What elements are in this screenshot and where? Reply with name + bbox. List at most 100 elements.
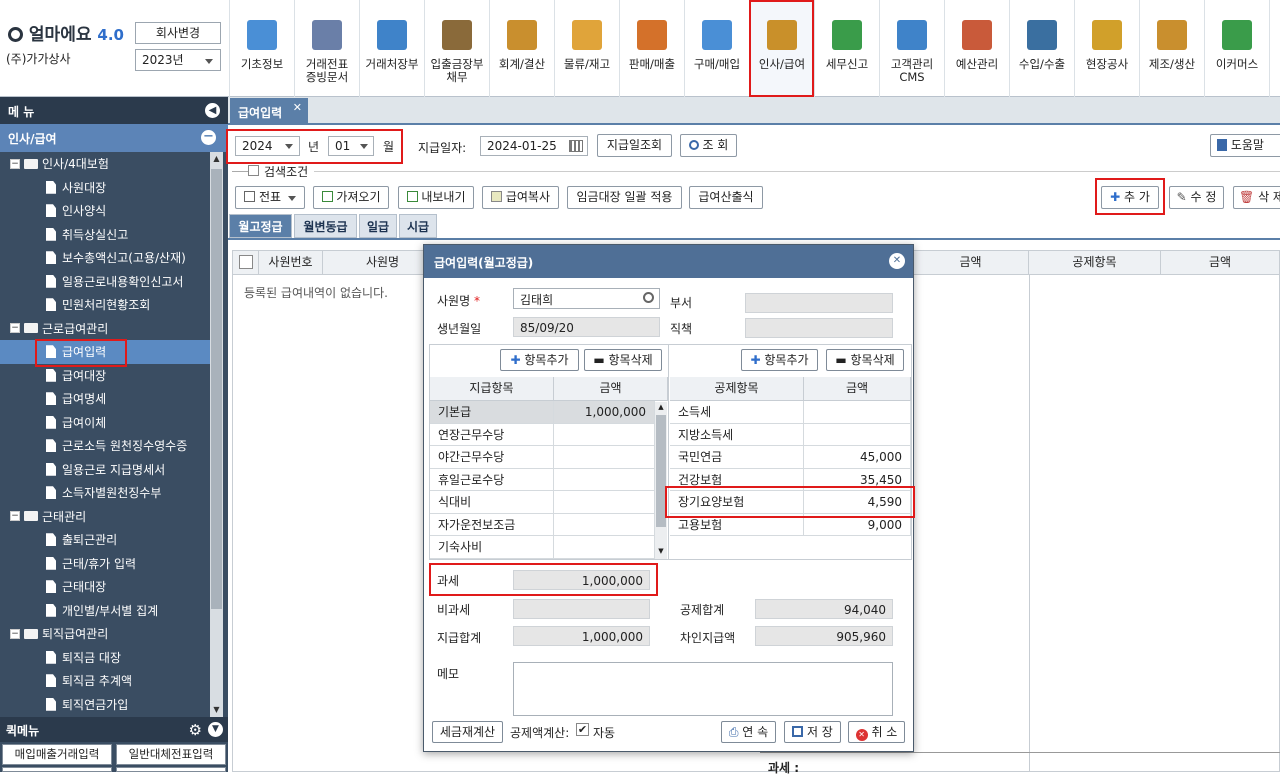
collapse-toggle-icon[interactable]: − <box>10 628 20 639</box>
table-row[interactable]: 야간근무수당 <box>430 446 655 469</box>
sidebar-item[interactable]: 출퇴근관리 <box>0 528 210 552</box>
year-select[interactable]: 2023년 <box>135 49 221 71</box>
sidebar-item[interactable]: 퇴직금 대장 <box>0 646 210 670</box>
quick-menu-item[interactable]: 일반대체전표입력 <box>116 744 226 765</box>
menu-item-16[interactable]: 부 <box>1269 0 1280 97</box>
save-button[interactable]: 저 장 <box>784 721 841 743</box>
sidebar-item[interactable]: 사원대장 <box>0 176 210 200</box>
item-amount-cell[interactable] <box>554 536 655 559</box>
menu-item-8[interactable]: 인사/급여 <box>749 0 814 97</box>
quick-menu-item-partial[interactable] <box>116 767 226 772</box>
close-icon[interactable]: ✕ <box>293 101 302 114</box>
sidebar-item[interactable]: 민원처리현황조회 <box>0 293 210 317</box>
menu-item-15[interactable]: 이커머스 <box>1204 0 1269 97</box>
subtab-hourly[interactable]: 시급 <box>399 214 437 238</box>
sidebar-item[interactable]: 인사양식 <box>0 199 210 223</box>
help-button[interactable]: 도움말 <box>1210 134 1280 157</box>
table-row[interactable]: 기숙사비 <box>430 536 655 559</box>
sidebar-scroll-thumb[interactable] <box>211 169 222 609</box>
collapse-toggle-icon[interactable]: − <box>10 511 20 522</box>
menu-item-3[interactable]: 입출금장부 채무 <box>424 0 489 97</box>
menu-item-2[interactable]: 거래처장부 <box>359 0 424 97</box>
apply-wage-ledger-button[interactable]: 임금대장 일괄 적용 <box>567 186 682 209</box>
item-amount-cell[interactable] <box>554 446 655 469</box>
menu-item-11[interactable]: 예산관리 <box>944 0 1009 97</box>
item-amount-cell[interactable]: 1,000,000 <box>554 401 655 424</box>
gear-icon[interactable]: ⚙ <box>189 721 202 739</box>
del-pay-item-button[interactable]: ▬ 항목삭제 <box>584 349 662 371</box>
item-amount-cell[interactable] <box>554 468 655 491</box>
grid-header[interactable]: 금액 <box>1161 251 1280 275</box>
month-dropdown[interactable]: 01 <box>328 136 374 156</box>
item-name-cell[interactable]: 기숙사비 <box>430 536 554 559</box>
item-name-cell[interactable]: 국민연금 <box>670 446 804 469</box>
collapse-toggle-icon[interactable]: − <box>10 158 20 169</box>
sidebar-item[interactable]: 퇴직금 추계액 <box>0 669 210 693</box>
item-name-cell[interactable]: 자가운전보조금 <box>430 513 554 536</box>
pay-date-input[interactable]: 2024-01-25 <box>480 136 588 156</box>
add-deduction-item-button[interactable]: ✚ 항목추가 <box>741 349 818 371</box>
sidebar-item[interactable]: 급여이체 <box>0 411 210 435</box>
sidebar-item[interactable]: 소득자별원천징수부 <box>0 481 210 505</box>
close-circle-icon[interactable]: ✕ <box>889 253 905 269</box>
item-amount-cell[interactable] <box>554 423 655 446</box>
recalc-tax-button[interactable]: 세금재계산 <box>432 721 503 743</box>
item-name-cell[interactable]: 야간근무수당 <box>430 446 554 469</box>
menu-item-1[interactable]: 거래전표 증빙문서 <box>294 0 359 97</box>
search-icon[interactable] <box>643 292 654 303</box>
select-all-checkbox[interactable] <box>238 255 253 269</box>
sidebar-item[interactable]: 일용근로내용확인신고서 <box>0 270 210 294</box>
sidebar-item[interactable]: 근로소득 원천징수영수증 <box>0 434 210 458</box>
chevron-down-circle-icon[interactable]: ▼ <box>208 722 223 737</box>
sidebar-item[interactable]: 근태대장 <box>0 575 210 599</box>
search-button[interactable]: 조 회 <box>680 134 737 157</box>
menu-item-14[interactable]: 제조/생산 <box>1139 0 1204 97</box>
sidebar-item[interactable]: − 근태관리 <box>0 505 210 529</box>
edit-button[interactable]: ✎ 수 정 <box>1169 186 1224 209</box>
grid-header[interactable]: 금액 <box>913 251 1029 275</box>
menu-item-9[interactable]: 세무신고 <box>814 0 879 97</box>
menu-item-13[interactable]: 현장공사 <box>1074 0 1139 97</box>
table-row[interactable]: 기본급 1,000,000 <box>430 401 655 424</box>
del-deduction-item-button[interactable]: ▬ 항목삭제 <box>826 349 904 371</box>
item-amount-cell[interactable] <box>804 401 911 424</box>
menu-item-0[interactable]: 기초정보 <box>229 0 294 97</box>
item-amount-cell[interactable] <box>804 423 911 446</box>
pay-scroll-thumb[interactable] <box>656 415 666 527</box>
menu-item-6[interactable]: 판매/매출 <box>619 0 684 97</box>
copy-pay-button[interactable]: 급여복사 <box>482 186 559 209</box>
table-row[interactable]: 지방소득세 <box>670 423 911 446</box>
scroll-up-icon[interactable]: ▲ <box>211 154 222 166</box>
item-name-cell[interactable]: 연장근무수당 <box>430 423 554 446</box>
subtab-monthly-variable[interactable]: 월변동급 <box>294 214 357 238</box>
calendar-icon[interactable] <box>569 140 583 152</box>
grid-header[interactable]: 공제항목 <box>1029 251 1161 275</box>
add-button[interactable]: ✚ 추 가 <box>1101 186 1159 209</box>
item-amount-cell[interactable]: 9,000 <box>804 513 911 536</box>
sidebar-item[interactable]: 보수총액신고(고용/산재) <box>0 246 210 270</box>
item-name-cell[interactable]: 소득세 <box>670 401 804 424</box>
sidebar-item[interactable]: − 퇴직급여관리 <box>0 622 210 646</box>
import-button[interactable]: 가져오기 <box>313 186 389 209</box>
scroll-down-icon[interactable]: ▼ <box>655 547 667 557</box>
year-dropdown[interactable]: 2024 <box>235 136 300 156</box>
pay-date-search-button[interactable]: 지급일조회 <box>597 134 672 157</box>
table-row[interactable]: 휴일근로수당 <box>430 468 655 491</box>
sidebar-item[interactable]: − 근로급여관리 <box>0 317 210 341</box>
table-row[interactable]: 고용보험 9,000 <box>670 513 911 536</box>
menu-item-7[interactable]: 구매/매입 <box>684 0 749 97</box>
minus-circle-icon[interactable]: − <box>201 130 216 145</box>
item-name-cell[interactable]: 지방소득세 <box>670 423 804 446</box>
table-row[interactable]: 국민연금 45,000 <box>670 446 911 469</box>
pay-formula-button[interactable]: 급여산출식 <box>689 186 763 209</box>
add-pay-item-button[interactable]: ✚ 항목추가 <box>500 349 579 371</box>
collapse-left-icon[interactable]: ◀ <box>205 103 220 118</box>
memo-textarea[interactable] <box>513 662 893 716</box>
item-amount-cell[interactable] <box>554 513 655 536</box>
menu-item-10[interactable]: 고객관리 CMS <box>879 0 944 97</box>
sidebar-item[interactable]: 급여대장 <box>0 364 210 388</box>
sidebar-section-header[interactable]: 인사/급여 − <box>0 124 228 152</box>
sidebar-item[interactable]: 퇴직연금가입 <box>0 693 210 717</box>
search-condition-checkbox[interactable] <box>248 165 259 176</box>
sidebar-item[interactable]: 취득상실신고 <box>0 223 210 247</box>
